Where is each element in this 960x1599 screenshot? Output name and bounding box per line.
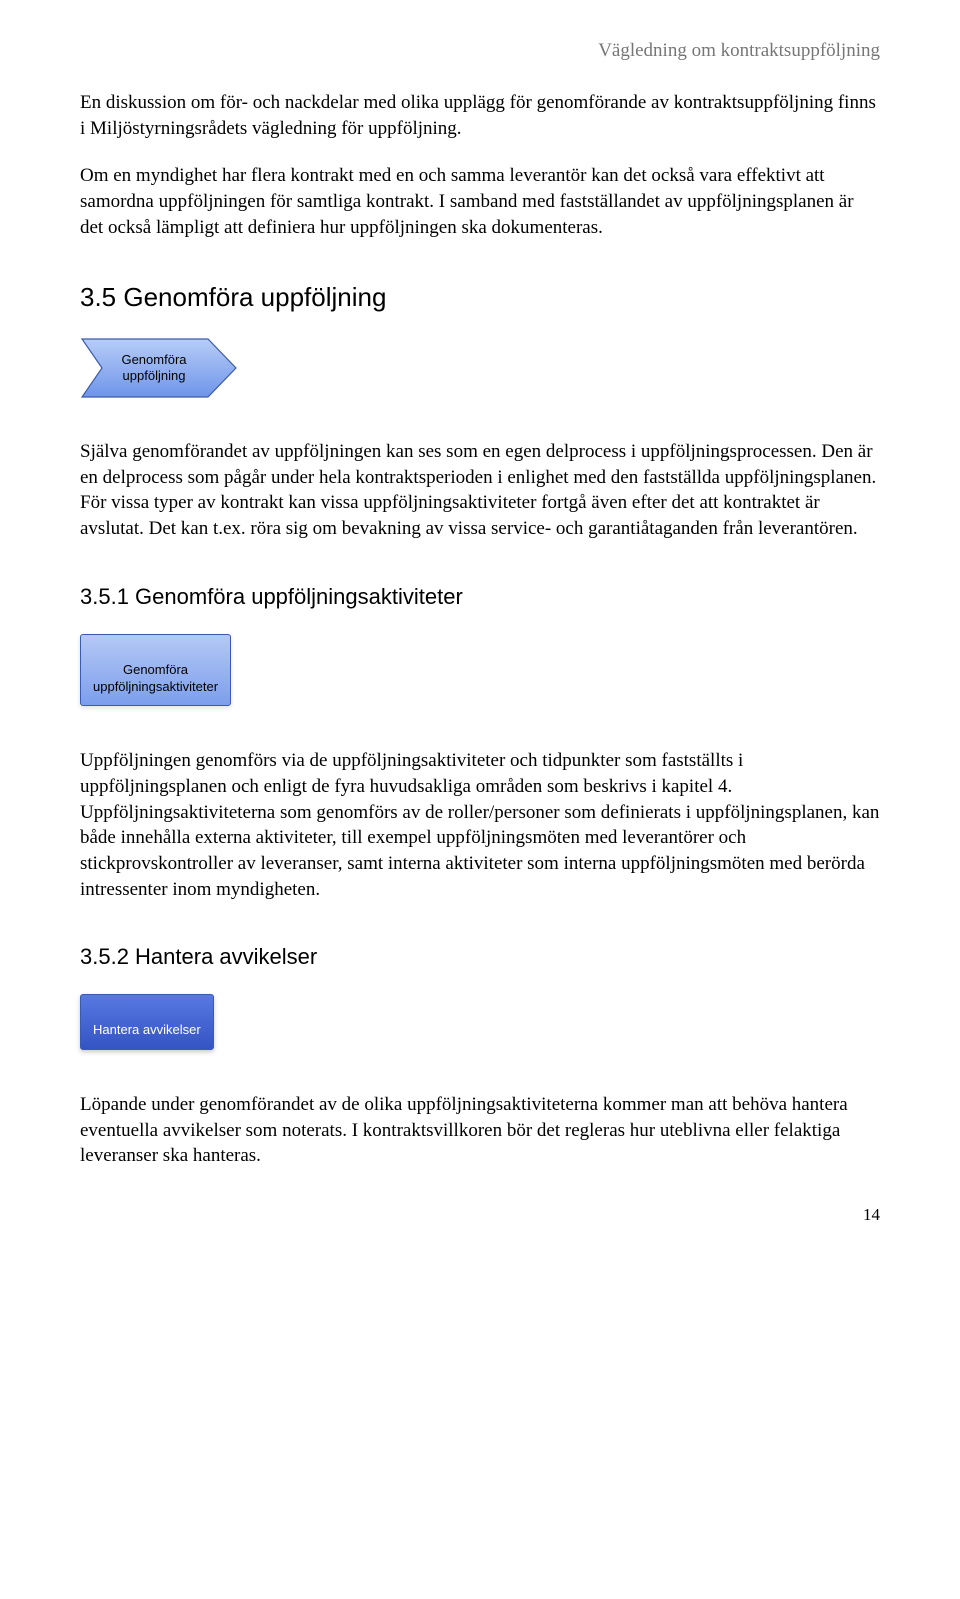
process-box-label: Genomföra uppföljningsaktiviteter [93,662,218,694]
section-3-5-1-heading: 3.5.1 Genomföra uppföljningsaktiviteter [80,584,880,610]
process-box-avvikelser: Hantera avvikelser [80,994,214,1050]
section-3-5-heading: 3.5 Genomföra uppföljning [80,282,880,313]
page-header-title: Vägledning om kontraktsuppföljning [80,40,880,62]
intro-paragraph-1: En diskussion om för- och nackdelar med … [80,90,880,141]
process-box-aktiviteter: Genomföra uppföljningsaktiviteter [80,634,231,707]
section-3-5-1-paragraph: Uppföljningen genomförs via de uppföljni… [80,748,880,902]
process-arrow-label: Genomföra uppföljning [80,337,210,399]
process-box-label: Hantera avvikelser [93,1022,201,1037]
process-arrow-genomfora: Genomföra uppföljning [80,337,240,399]
page-number: 14 [80,1205,880,1225]
section-3-5-2-paragraph: Löpande under genomförandet av de olika … [80,1092,880,1169]
section-3-5-2-heading: 3.5.2 Hantera avvikelser [80,944,880,970]
section-3-5-paragraph: Själva genomförandet av uppföljningen ka… [80,439,880,542]
intro-paragraph-2: Om en myndighet har flera kontrakt med e… [80,163,880,240]
